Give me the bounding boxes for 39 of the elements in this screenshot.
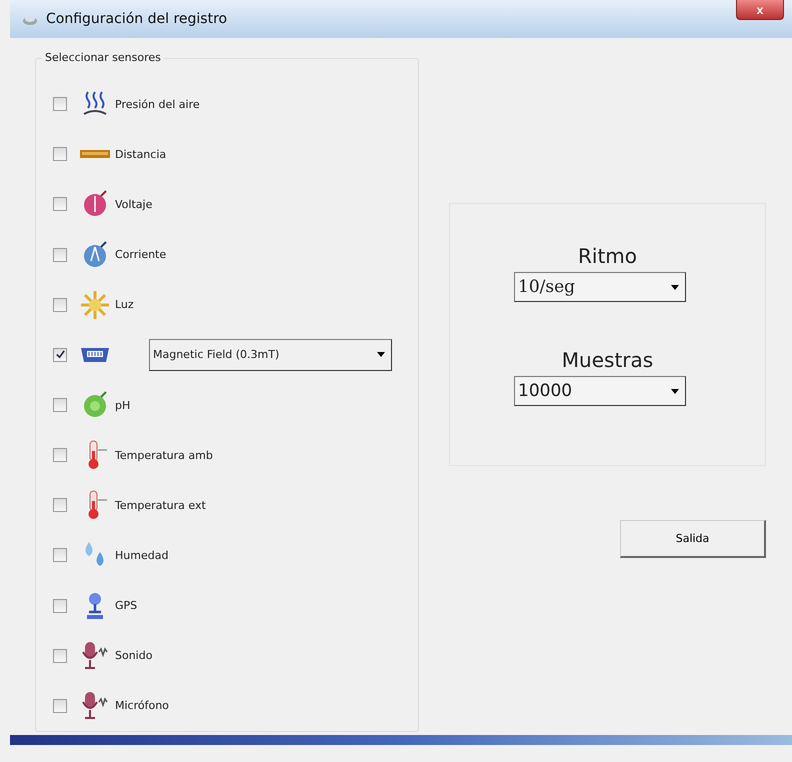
checkbox[interactable]: [53, 498, 67, 512]
rate-dropdown[interactable]: 10/seg: [514, 272, 686, 302]
sensor-label: Luz: [115, 298, 134, 312]
exit-button[interactable]: Salida: [620, 520, 766, 558]
rate-label: Ritmo: [578, 244, 637, 268]
caret-icon: [671, 388, 679, 394]
checkbox[interactable]: [53, 598, 67, 613]
checkbox[interactable]: [53, 398, 67, 412]
group-title: Seleccionar sensores: [42, 51, 164, 64]
sensor-label: GPS: [115, 599, 138, 612]
sensor-label: Humedad: [115, 548, 168, 562]
sun-icon: [79, 288, 111, 321]
sensor-label: Temperatura ext: [115, 498, 206, 512]
checkbox[interactable]: [53, 147, 67, 162]
checkbox[interactable]: [53, 348, 67, 362]
sensor-label: Temperatura amb: [115, 448, 213, 462]
caret-icon: [671, 284, 679, 290]
samples-dropdown[interactable]: 10000: [514, 376, 686, 406]
sensor-dropdown[interactable]: Magnetic Field (0.3mT): [149, 338, 392, 371]
caret-icon: [377, 352, 385, 358]
ruler-icon: [79, 149, 111, 160]
checkbox[interactable]: [53, 298, 67, 312]
window-title: Configuración del registro: [46, 11, 228, 27]
checkbox[interactable]: [53, 648, 67, 663]
sensor-label: Voltaje: [115, 198, 152, 211]
checkbox[interactable]: [53, 548, 67, 562]
samples-label: Muestras: [562, 348, 654, 372]
sensor-label: Sonido: [115, 649, 152, 662]
sensor-label: Corriente: [115, 248, 166, 262]
checkbox[interactable]: [53, 248, 67, 262]
sensor-label: Presión del aire: [115, 98, 200, 111]
checkbox[interactable]: [53, 97, 67, 112]
checkbox[interactable]: [53, 698, 67, 713]
sensor-label: Distancia: [115, 148, 166, 161]
sensor-label: pH: [115, 398, 130, 412]
sensor-label: Micrófono: [115, 699, 169, 712]
checkbox[interactable]: [53, 197, 67, 212]
close-button[interactable]: x: [736, 0, 784, 20]
checkbox[interactable]: [53, 448, 67, 462]
